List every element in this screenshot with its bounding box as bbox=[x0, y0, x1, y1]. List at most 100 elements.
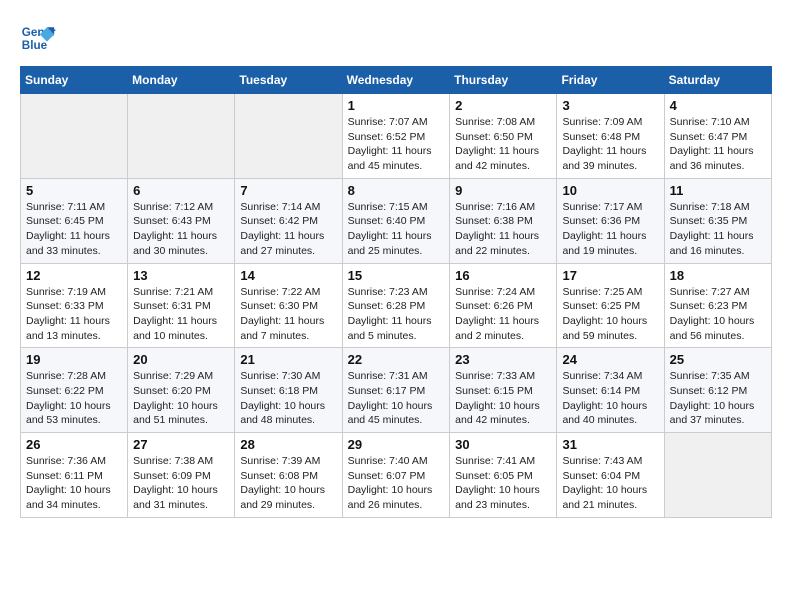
day-of-week-header: Wednesday bbox=[342, 67, 450, 94]
day-number: 11 bbox=[670, 183, 766, 198]
day-number: 18 bbox=[670, 268, 766, 283]
day-info: Sunrise: 7:18 AM Sunset: 6:35 PM Dayligh… bbox=[670, 200, 766, 259]
day-number: 31 bbox=[562, 437, 658, 452]
table-row bbox=[664, 433, 771, 518]
day-number: 1 bbox=[348, 98, 445, 113]
table-row: 21 Sunrise: 7:30 AM Sunset: 6:18 PM Dayli… bbox=[235, 348, 342, 433]
day-info: Sunrise: 7:10 AM Sunset: 6:47 PM Dayligh… bbox=[670, 115, 766, 174]
table-row: 2 Sunrise: 7:08 AM Sunset: 6:50 PM Daylig… bbox=[450, 94, 557, 179]
day-number: 27 bbox=[133, 437, 229, 452]
logo-icon: General Blue bbox=[20, 20, 56, 56]
svg-text:Blue: Blue bbox=[22, 39, 48, 52]
day-info: Sunrise: 7:34 AM Sunset: 6:14 PM Dayligh… bbox=[562, 369, 658, 428]
day-info: Sunrise: 7:35 AM Sunset: 6:12 PM Dayligh… bbox=[670, 369, 766, 428]
table-row: 28Sunrise: 7:39 AM Sunset: 6:08 PM Dayli… bbox=[235, 433, 342, 518]
table-row: 7Sunrise: 7:14 AM Sunset: 6:42 PM Daylig… bbox=[235, 178, 342, 263]
day-number: 19 bbox=[26, 352, 122, 367]
day-info: Sunrise: 7:15 AM Sunset: 6:40 PM Dayligh… bbox=[348, 200, 445, 259]
day-info: Sunrise: 7:40 AM Sunset: 6:07 PM Dayligh… bbox=[348, 454, 445, 513]
day-number: 8 bbox=[348, 183, 445, 198]
day-info: Sunrise: 7:23 AM Sunset: 6:28 PM Dayligh… bbox=[348, 285, 445, 344]
day-info: Sunrise: 7:21 AM Sunset: 6:31 PM Dayligh… bbox=[133, 285, 229, 344]
page-header: General Blue bbox=[20, 20, 772, 56]
day-number: 26 bbox=[26, 437, 122, 452]
day-number: 29 bbox=[348, 437, 445, 452]
table-row: 9 Sunrise: 7:16 AM Sunset: 6:38 PM Daylig… bbox=[450, 178, 557, 263]
table-row: 14 Sunrise: 7:22 AM Sunset: 6:30 PM Dayli… bbox=[235, 263, 342, 348]
calendar-week-row: 26 Sunrise: 7:36 AM Sunset: 6:11 PM Dayli… bbox=[21, 433, 772, 518]
day-info: Sunrise: 7:11 AM Sunset: 6:45 PM Dayligh… bbox=[26, 200, 122, 259]
day-number: 22 bbox=[348, 352, 445, 367]
day-info: Sunrise: 7:43 AM Sunset: 6:04 PM Dayligh… bbox=[562, 454, 658, 513]
table-row bbox=[21, 94, 128, 179]
day-number: 15 bbox=[348, 268, 445, 283]
table-row: 16 Sunrise: 7:24 AM Sunset: 6:26 PM Dayli… bbox=[450, 263, 557, 348]
day-number: 2 bbox=[455, 98, 551, 113]
day-info: Sunrise: 7:08 AM Sunset: 6:50 PM Dayligh… bbox=[455, 115, 551, 174]
day-info: Sunrise: 7:29 AM Sunset: 6:20 PM Dayligh… bbox=[133, 369, 229, 428]
day-number: 30 bbox=[455, 437, 551, 452]
day-number: 23 bbox=[455, 352, 551, 367]
day-number: 7 bbox=[240, 183, 336, 198]
day-number: 21 bbox=[240, 352, 336, 367]
day-number: 17 bbox=[562, 268, 658, 283]
table-row: 22Sunrise: 7:31 AM Sunset: 6:17 PM Dayli… bbox=[342, 348, 450, 433]
day-number: 6 bbox=[133, 183, 229, 198]
day-of-week-header: Tuesday bbox=[235, 67, 342, 94]
day-info: Sunrise: 7:19 AM Sunset: 6:33 PM Dayligh… bbox=[26, 285, 122, 344]
day-number: 10 bbox=[562, 183, 658, 198]
table-row: 23Sunrise: 7:33 AM Sunset: 6:15 PM Dayli… bbox=[450, 348, 557, 433]
table-row: 11 Sunrise: 7:18 AM Sunset: 6:35 PM Dayli… bbox=[664, 178, 771, 263]
table-row: 17 Sunrise: 7:25 AM Sunset: 6:25 PM Dayli… bbox=[557, 263, 664, 348]
table-row: 30Sunrise: 7:41 AM Sunset: 6:05 PM Dayli… bbox=[450, 433, 557, 518]
calendar-week-row: 12Sunrise: 7:19 AM Sunset: 6:33 PM Dayli… bbox=[21, 263, 772, 348]
day-number: 28 bbox=[240, 437, 336, 452]
day-info: Sunrise: 7:27 AM Sunset: 6:23 PM Dayligh… bbox=[670, 285, 766, 344]
calendar-table: SundayMondayTuesdayWednesdayThursdayFrid… bbox=[20, 66, 772, 518]
day-info: Sunrise: 7:30 AM Sunset: 6:18 PM Dayligh… bbox=[240, 369, 336, 428]
day-number: 25 bbox=[670, 352, 766, 367]
table-row: 29 Sunrise: 7:40 AM Sunset: 6:07 PM Dayli… bbox=[342, 433, 450, 518]
day-of-week-header: Friday bbox=[557, 67, 664, 94]
day-info: Sunrise: 7:17 AM Sunset: 6:36 PM Dayligh… bbox=[562, 200, 658, 259]
calendar-week-row: 19 Sunrise: 7:28 AM Sunset: 6:22 PM Dayli… bbox=[21, 348, 772, 433]
table-row bbox=[128, 94, 235, 179]
day-info: Sunrise: 7:24 AM Sunset: 6:26 PM Dayligh… bbox=[455, 285, 551, 344]
table-row: 25 Sunrise: 7:35 AM Sunset: 6:12 PM Dayli… bbox=[664, 348, 771, 433]
day-info: Sunrise: 7:28 AM Sunset: 6:22 PM Dayligh… bbox=[26, 369, 122, 428]
calendar-week-row: 1 Sunrise: 7:07 AM Sunset: 6:52 PM Daylig… bbox=[21, 94, 772, 179]
day-info: Sunrise: 7:38 AM Sunset: 6:09 PM Dayligh… bbox=[133, 454, 229, 513]
day-info: Sunrise: 7:07 AM Sunset: 6:52 PM Dayligh… bbox=[348, 115, 445, 174]
table-row: 24Sunrise: 7:34 AM Sunset: 6:14 PM Dayli… bbox=[557, 348, 664, 433]
table-row: 26 Sunrise: 7:36 AM Sunset: 6:11 PM Dayli… bbox=[21, 433, 128, 518]
calendar-header-row: SundayMondayTuesdayWednesdayThursdayFrid… bbox=[21, 67, 772, 94]
day-info: Sunrise: 7:36 AM Sunset: 6:11 PM Dayligh… bbox=[26, 454, 122, 513]
day-info: Sunrise: 7:16 AM Sunset: 6:38 PM Dayligh… bbox=[455, 200, 551, 259]
day-number: 16 bbox=[455, 268, 551, 283]
day-number: 9 bbox=[455, 183, 551, 198]
logo: General Blue bbox=[20, 20, 62, 56]
day-of-week-header: Thursday bbox=[450, 67, 557, 94]
table-row: 15 Sunrise: 7:23 AM Sunset: 6:28 PM Dayli… bbox=[342, 263, 450, 348]
day-of-week-header: Sunday bbox=[21, 67, 128, 94]
day-number: 5 bbox=[26, 183, 122, 198]
table-row: 12Sunrise: 7:19 AM Sunset: 6:33 PM Dayli… bbox=[21, 263, 128, 348]
day-number: 3 bbox=[562, 98, 658, 113]
day-info: Sunrise: 7:12 AM Sunset: 6:43 PM Dayligh… bbox=[133, 200, 229, 259]
table-row: 20 Sunrise: 7:29 AM Sunset: 6:20 PM Dayli… bbox=[128, 348, 235, 433]
day-info: Sunrise: 7:22 AM Sunset: 6:30 PM Dayligh… bbox=[240, 285, 336, 344]
table-row: 5 Sunrise: 7:11 AM Sunset: 6:45 PM Daylig… bbox=[21, 178, 128, 263]
day-info: Sunrise: 7:25 AM Sunset: 6:25 PM Dayligh… bbox=[562, 285, 658, 344]
table-row: 3Sunrise: 7:09 AM Sunset: 6:48 PM Daylig… bbox=[557, 94, 664, 179]
day-number: 14 bbox=[240, 268, 336, 283]
table-row: 13Sunrise: 7:21 AM Sunset: 6:31 PM Dayli… bbox=[128, 263, 235, 348]
table-row: 27 Sunrise: 7:38 AM Sunset: 6:09 PM Dayli… bbox=[128, 433, 235, 518]
table-row: 8 Sunrise: 7:15 AM Sunset: 6:40 PM Daylig… bbox=[342, 178, 450, 263]
table-row: 10 Sunrise: 7:17 AM Sunset: 6:36 PM Dayli… bbox=[557, 178, 664, 263]
table-row bbox=[235, 94, 342, 179]
day-number: 20 bbox=[133, 352, 229, 367]
table-row: 19 Sunrise: 7:28 AM Sunset: 6:22 PM Dayli… bbox=[21, 348, 128, 433]
table-row: 4Sunrise: 7:10 AM Sunset: 6:47 PM Daylig… bbox=[664, 94, 771, 179]
table-row: 18 Sunrise: 7:27 AM Sunset: 6:23 PM Dayli… bbox=[664, 263, 771, 348]
table-row: 31 Sunrise: 7:43 AM Sunset: 6:04 PM Dayli… bbox=[557, 433, 664, 518]
